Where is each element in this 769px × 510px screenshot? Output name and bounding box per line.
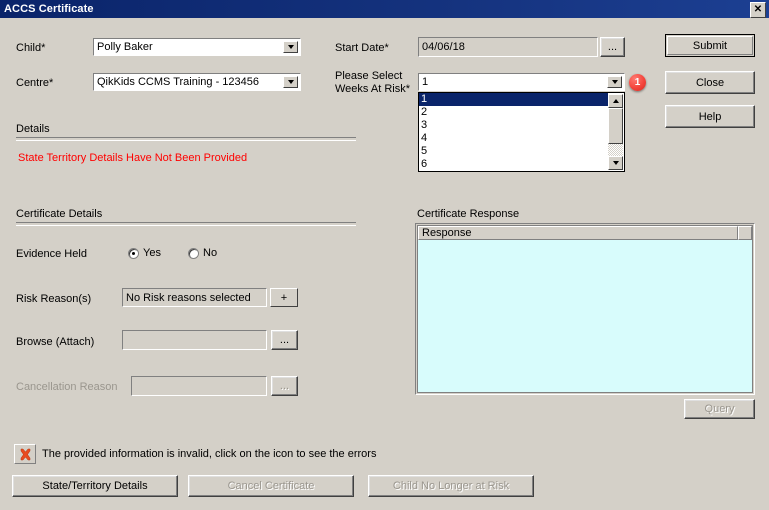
close-window-icon[interactable]: ✕	[750, 2, 766, 18]
risk-reasons-label: Risk Reason(s)	[16, 293, 92, 305]
weeks-option[interactable]: 2	[419, 106, 624, 119]
accs-certificate-dialog: ACCS Certificate ✕ Child* Polly Baker Ce…	[0, 0, 769, 510]
close-button-label: Close	[695, 76, 725, 89]
add-risk-reason-button[interactable]: +	[270, 288, 298, 307]
grid-header-row: Response	[418, 226, 752, 240]
cancel-certificate-label: Cancel Certificate	[227, 480, 315, 492]
error-cross-icon[interactable]	[14, 444, 36, 464]
weeks-option-list[interactable]: 123456	[419, 93, 624, 171]
help-button-label: Help	[698, 110, 722, 123]
radio-icon-checked	[128, 247, 139, 259]
scrollbar-thumb[interactable]	[608, 108, 623, 144]
grid-column-spacer	[738, 226, 752, 240]
child-combo[interactable]: Polly Baker	[93, 38, 301, 56]
query-button: Query	[684, 399, 755, 419]
weeks-at-risk-combo[interactable]: 1	[418, 73, 625, 91]
details-group-divider	[16, 137, 356, 141]
weeks-at-risk-badge: 1	[629, 74, 646, 91]
risk-reasons-value: No Risk reasons selected	[126, 291, 251, 304]
centre-combo[interactable]: QikKids CCMS Training - 123456	[93, 73, 301, 91]
evidence-held-no-label: No	[203, 247, 218, 259]
evidence-held-no-radio[interactable]: No	[188, 247, 217, 259]
scroll-down-icon[interactable]	[608, 156, 623, 170]
child-label: Child*	[16, 42, 46, 54]
evidence-held-yes-radio[interactable]: Yes	[128, 247, 161, 259]
start-date-picker-button[interactable]: ...	[600, 37, 625, 57]
window-title: ACCS Certificate	[4, 3, 94, 15]
error-status-text: The provided information is invalid, cli…	[42, 448, 377, 460]
evidence-held-label: Evidence Held	[16, 248, 87, 260]
grid-column-response[interactable]: Response	[418, 226, 738, 240]
evidence-held-yes-label: Yes	[143, 247, 161, 259]
chevron-down-icon[interactable]	[607, 76, 622, 88]
risk-reasons-field[interactable]: No Risk reasons selected	[122, 288, 267, 307]
weeks-at-risk-label-line1: Please Select	[335, 70, 403, 82]
browse-attach-field[interactable]	[122, 330, 267, 350]
radio-icon-unchecked	[188, 247, 199, 259]
cancellation-reason-label: Cancellation Reason	[16, 381, 118, 393]
grid-body[interactable]	[418, 240, 752, 392]
details-group-heading: Details	[16, 123, 50, 135]
certificate-response-heading: Certificate Response	[417, 208, 520, 220]
query-button-label: Query	[704, 403, 735, 415]
start-date-value: 04/06/18	[422, 41, 465, 53]
centre-label: Centre*	[16, 77, 54, 89]
chevron-down-icon[interactable]	[283, 41, 298, 53]
submit-button[interactable]: Submit	[665, 34, 755, 57]
certificate-details-divider	[16, 222, 356, 226]
weeks-at-risk-label-line2: Weeks At Risk*	[335, 83, 410, 95]
weeks-option[interactable]: 6	[419, 158, 624, 171]
start-date-label: Start Date*	[335, 42, 389, 54]
close-button[interactable]: Close	[665, 71, 755, 94]
weeks-at-risk-value: 1	[422, 76, 429, 88]
details-error-message: State Territory Details Have Not Been Pr…	[18, 152, 248, 164]
cancellation-reason-button: ...	[271, 376, 298, 396]
weeks-option[interactable]: 5	[419, 145, 624, 158]
child-no-longer-at-risk-label: Child No Longer at Risk	[392, 480, 510, 492]
certificate-details-heading: Certificate Details	[16, 208, 103, 220]
state-territory-details-button[interactable]: State/Territory Details	[12, 475, 178, 497]
certificate-response-grid[interactable]: Response	[415, 223, 755, 395]
weeks-option[interactable]: 1	[419, 93, 608, 106]
child-combo-value: Polly Baker	[97, 41, 153, 53]
submit-button-label: Submit	[692, 39, 728, 52]
child-no-longer-at-risk-button: Child No Longer at Risk	[368, 475, 534, 497]
window-titlebar[interactable]: ACCS Certificate ✕	[0, 0, 769, 18]
cancellation-reason-field	[131, 376, 267, 396]
cancel-certificate-button: Cancel Certificate	[188, 475, 354, 497]
centre-combo-value: QikKids CCMS Training - 123456	[97, 76, 260, 88]
chevron-down-icon[interactable]	[283, 76, 298, 88]
weeks-option[interactable]: 4	[419, 132, 624, 145]
weeks-option[interactable]: 3	[419, 119, 624, 132]
state-territory-details-label: State/Territory Details	[42, 480, 148, 492]
browse-attach-button[interactable]: ...	[271, 330, 298, 350]
scroll-up-icon[interactable]	[608, 94, 623, 108]
weeks-at-risk-listbox[interactable]: 123456	[418, 92, 625, 172]
start-date-field[interactable]: 04/06/18	[418, 37, 598, 57]
listbox-scrollbar[interactable]	[608, 94, 623, 170]
help-button[interactable]: Help	[665, 105, 755, 128]
browse-attach-label: Browse (Attach)	[16, 336, 95, 348]
